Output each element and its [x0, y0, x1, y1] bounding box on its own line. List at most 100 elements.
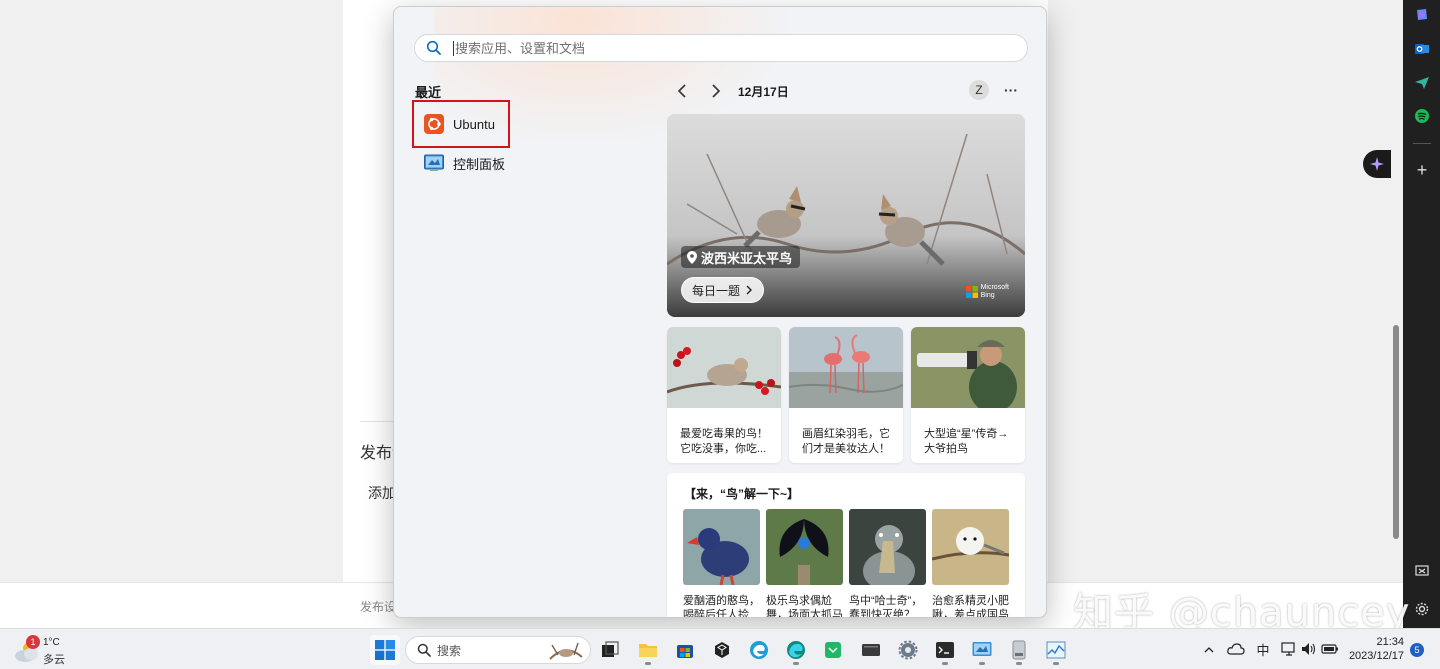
input-method-indicator[interactable]: 中 — [1253, 639, 1273, 659]
feed-date: 12月17日 — [738, 85, 789, 99]
taskbar-task-view[interactable] — [596, 636, 624, 664]
topic-item-text: 爱酗酒的憨鸟，喝醉后任人捡 — [683, 595, 760, 618]
chat-icon — [825, 642, 841, 658]
start-button[interactable] — [370, 635, 400, 665]
cube-icon — [715, 642, 729, 658]
taskbar-control-panel[interactable] — [968, 636, 996, 665]
copilot-button[interactable] — [1363, 150, 1391, 178]
article-card[interactable]: 最爱吃毒果的鸟！它吃没事，你吃... — [667, 327, 781, 463]
sidebar-divider — [1413, 143, 1431, 144]
control-panel-icon — [972, 642, 992, 656]
topic-item-text: 鸟中“哈士奇”，蠢到快灭绝？ — [849, 595, 923, 618]
chevron-right-icon — [712, 84, 721, 98]
control-panel-icon — [424, 153, 444, 173]
microsoft-bing-badge: Microsoft Bing — [965, 284, 1009, 300]
background-scrollbar[interactable] — [1393, 325, 1399, 539]
weather-temperature: 1°C — [43, 637, 60, 648]
taskbar-settings[interactable] — [894, 636, 922, 664]
topic-item-text: 极乐鸟求偶尬舞，场面太抓马 — [766, 595, 843, 618]
hero-location-caption[interactable]: 波西米亚太平鸟 — [681, 246, 801, 268]
search-icon — [415, 34, 453, 62]
topic-item[interactable]: 鸟中“哈士奇”，蠢到快灭绝？ — [849, 509, 926, 618]
birdwatcher-image — [911, 327, 1025, 413]
more-options-button[interactable]: ··· — [1001, 80, 1021, 100]
article-card-text: 最爱吃毒果的鸟！它吃没事，你吃... — [680, 428, 768, 455]
spotify-icon[interactable] — [1413, 107, 1431, 125]
edge-browser-icon — [750, 641, 768, 659]
taskbar-wechat[interactable] — [819, 636, 847, 664]
topic-item[interactable]: 爱酗酒的憨鸟，喝醉后任人捡 — [683, 509, 760, 618]
article-card-text: 大型追“星”传奇→大爷拍鸟 — [924, 428, 1009, 455]
daily-quiz-label: 每日一题 — [692, 283, 741, 298]
topic-item[interactable]: 极乐鸟求偶尬舞，场面太抓马 — [766, 509, 843, 618]
settings-gear-icon — [898, 640, 918, 660]
bing-line-2: Bing — [980, 292, 995, 299]
battery-icon — [1321, 644, 1338, 654]
red-highlight-annotation — [412, 100, 510, 148]
daily-quiz-button[interactable]: 每日一题 — [681, 277, 765, 303]
send-icon[interactable] — [1413, 74, 1431, 92]
onedrive-tray[interactable] — [1226, 639, 1246, 659]
add-icon[interactable]: + — [1413, 160, 1431, 180]
topic-card[interactable]: 【来，“鸟”解一下~】 爱酗酒的憨鸟，喝醉后任人捡 极乐鸟求偶尬舞，场面太抓马 — [667, 473, 1025, 618]
show-hidden-icons-button[interactable] — [1200, 639, 1218, 659]
start-menu-panel: 最近 Ubuntu 控制面板 12月17日 Z ··· — [393, 6, 1047, 618]
clock-time: 21:34 — [1376, 636, 1404, 648]
chevron-right-icon — [746, 285, 753, 295]
account-avatar[interactable]: Z — [969, 80, 989, 100]
recent-item-label: 控制面板 — [453, 156, 506, 172]
article-card[interactable]: 大型追“星”传奇→大爷拍鸟 — [911, 327, 1025, 463]
edge-sidebar: + — [1403, 0, 1440, 628]
weather-description: 多云 — [43, 654, 65, 666]
chevron-up-icon — [1204, 646, 1214, 652]
weather-widget[interactable]: 1 1°C 多云 — [14, 635, 94, 666]
recent-item-control-panel[interactable]: 控制面板 — [414, 145, 505, 181]
bing-line-1: Microsoft — [980, 284, 1009, 291]
volume-tray[interactable] — [1300, 639, 1318, 659]
taskbar-microsoft-store[interactable] — [671, 636, 699, 664]
taskbar-edge-open[interactable] — [782, 636, 810, 665]
bird-of-paradise-image — [766, 509, 843, 585]
battery-tray[interactable] — [1320, 639, 1340, 659]
store-icon — [677, 645, 693, 658]
disk-drive-icon — [1012, 640, 1026, 660]
keyboard-icon — [862, 644, 880, 656]
taskbar-clock[interactable]: 21:34 2023/12/17 — [1346, 635, 1404, 663]
taskbar-search-label: 搜索 — [437, 643, 462, 658]
takahe-bird-image — [683, 509, 760, 586]
windows-logo-icon — [375, 640, 395, 660]
search-icon — [417, 643, 431, 657]
previous-day-button[interactable] — [670, 82, 694, 100]
taskbar-resource-monitor[interactable] — [1042, 636, 1070, 665]
background-footer-text: 发布设 — [360, 600, 397, 614]
taskbar-file-explorer[interactable] — [634, 636, 662, 665]
taskbar-terminal[interactable] — [931, 636, 959, 665]
start-search-box[interactable] — [414, 34, 1028, 62]
taskbar-edge[interactable] — [745, 636, 773, 664]
hero-image-card[interactable]: 波西米亚太平鸟 每日一题 Microsoft Bing — [667, 114, 1025, 317]
edge-browser-icon — [787, 641, 805, 659]
background-add-label: 添加 — [368, 485, 396, 501]
topic-item-text: 治愈系精灵小肥啾，差点成国鸟 — [932, 595, 1009, 618]
chevron-left-icon — [677, 84, 686, 98]
taskbar-terminal-dark[interactable] — [857, 636, 885, 664]
cloud-icon — [1227, 643, 1245, 655]
copilot-sidebar-icon[interactable] — [1413, 6, 1431, 24]
network-tray[interactable] — [1280, 639, 1298, 659]
taskbar-disk-tool[interactable] — [1005, 636, 1033, 665]
shoebill-image — [849, 509, 926, 591]
search-highlight-bird-icon — [549, 642, 583, 660]
article-card[interactable]: 画眉红染羽毛，它们才是美妆达人！ — [789, 327, 903, 463]
hero-caption-text: 波西米亚太平鸟 — [701, 250, 793, 266]
settings-gear-icon[interactable] — [1413, 600, 1431, 618]
outlook-icon[interactable] — [1413, 40, 1431, 58]
taskbar-unity-hub[interactable] — [708, 636, 736, 664]
topic-card-title: 【来，“鸟”解一下~】 — [684, 487, 800, 501]
next-day-button[interactable] — [704, 82, 728, 100]
notification-count-badge[interactable]: 5 — [1410, 643, 1424, 657]
taskbar-search-box[interactable]: 搜索 — [405, 636, 591, 664]
topic-item[interactable]: 治愈系精灵小肥啾，差点成国鸟 — [931, 509, 1010, 618]
screenshot-icon[interactable] — [1413, 562, 1431, 580]
start-search-input[interactable] — [453, 40, 1013, 56]
network-icon — [1281, 642, 1295, 656]
